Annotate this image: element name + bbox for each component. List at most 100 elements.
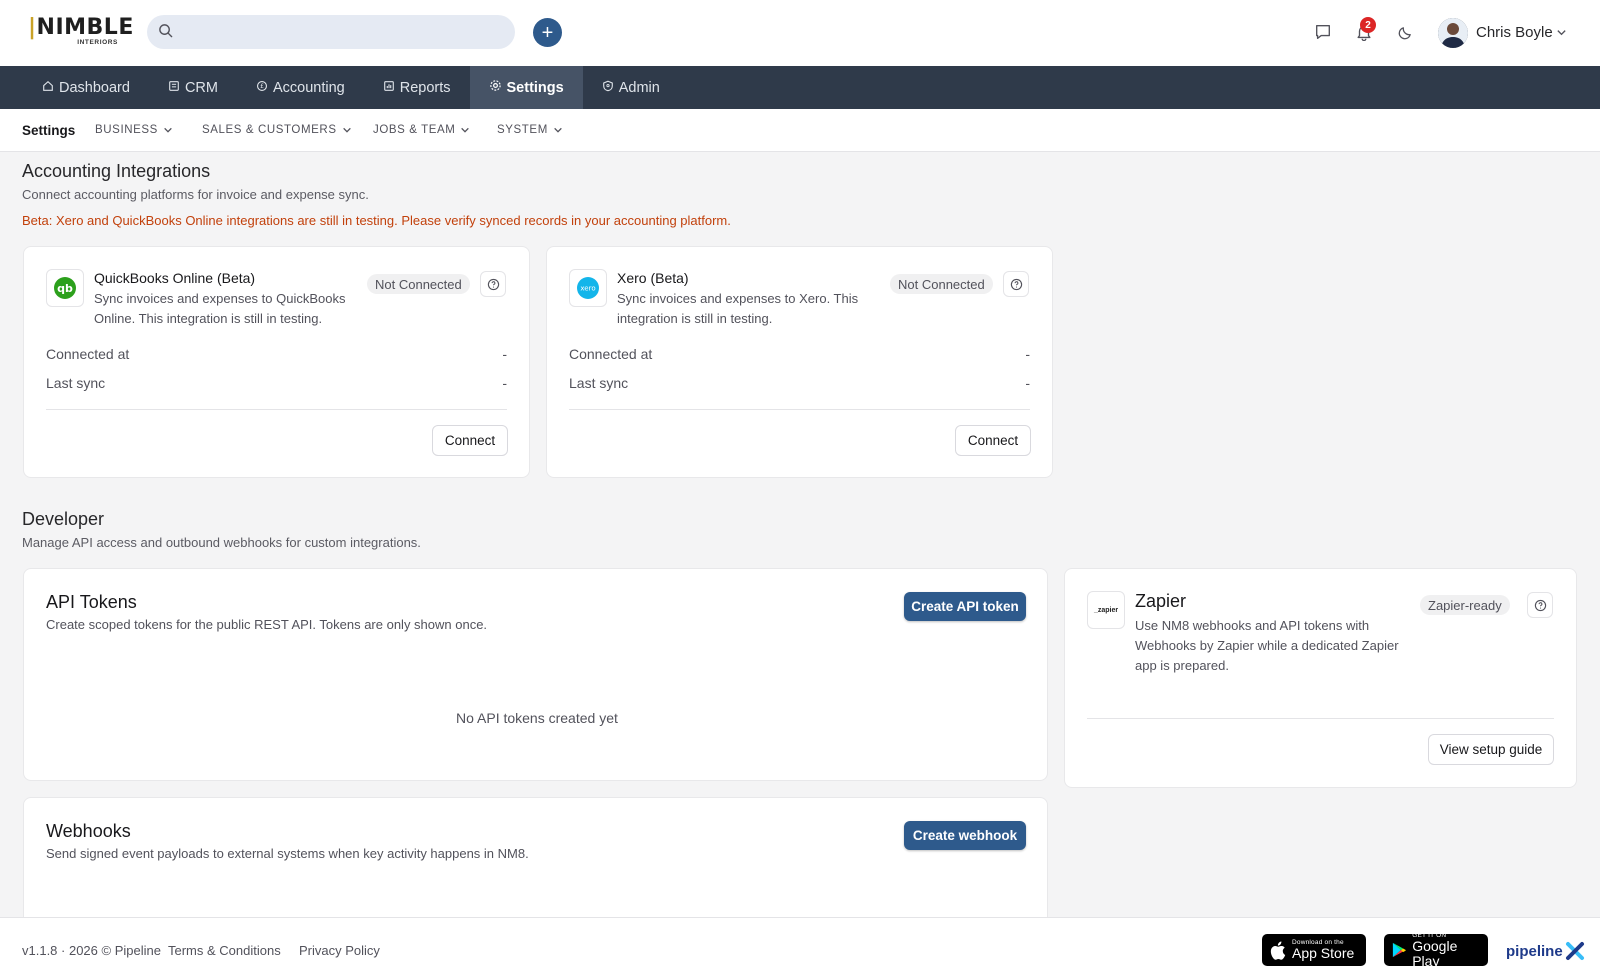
api-tokens-title: API Tokens: [46, 592, 137, 612]
user-name[interactable]: Chris Boyle: [1476, 24, 1553, 41]
card-divider: [1087, 718, 1554, 719]
help-button[interactable]: [1527, 592, 1553, 618]
search-input[interactable]: [181, 24, 481, 40]
subnav-current: Settings: [22, 122, 76, 138]
quickbooks-card: qb QuickBooks Online (Beta) Sync invoice…: [23, 246, 530, 478]
nimble-logo[interactable]: |NIMBLE INTERIORS: [28, 15, 134, 47]
app-store-badge[interactable]: Download on the App Store: [1262, 934, 1366, 966]
status-badge: Not Connected: [890, 274, 993, 294]
nav-dashboard-label: Dashboard: [59, 79, 130, 96]
zapier-status-badge: Zapier-ready: [1420, 595, 1510, 615]
subnav-sales-customers[interactable]: SALES & CUSTOMERS: [202, 124, 352, 136]
coin-icon: £: [256, 80, 268, 96]
help-button[interactable]: [480, 271, 506, 297]
logo-wordmark: |NIMBLE: [28, 15, 134, 40]
search-icon: [158, 23, 173, 41]
beta-warning: Beta: Xero and QuickBooks Online integra…: [22, 213, 731, 228]
last-sync-value: -: [1025, 375, 1030, 391]
nav-crm-label: CRM: [184, 79, 218, 96]
footer: v1.1.8 · 2026 © Pipeline Terms & Conditi…: [0, 917, 1600, 980]
help-button[interactable]: [1003, 271, 1029, 297]
terms-link[interactable]: Terms & Conditions: [168, 943, 281, 958]
chat-icon[interactable]: [1311, 20, 1335, 44]
create-webhook-button[interactable]: Create webhook: [904, 821, 1026, 850]
nav-accounting-label: Accounting: [272, 79, 345, 96]
connected-at-value: -: [1025, 346, 1030, 362]
gear-icon: [489, 79, 502, 96]
report-icon: [383, 80, 395, 96]
connect-quickbooks-button[interactable]: Connect: [432, 425, 508, 456]
quick-add-button[interactable]: +: [533, 18, 562, 47]
connected-at-value: -: [502, 346, 507, 362]
nav-reports[interactable]: Reports: [364, 66, 470, 109]
pipeline-x-icon: [1565, 942, 1584, 960]
zapier-logo: _zapier: [1087, 591, 1125, 629]
pipeline-brand-logo[interactable]: pipeline: [1506, 941, 1585, 961]
home-icon: [42, 80, 54, 96]
avatar[interactable]: [1438, 18, 1468, 48]
book-icon: [168, 80, 180, 96]
shield-icon: [602, 80, 614, 96]
apple-icon: [1270, 941, 1286, 960]
connected-at-label: Connected at: [46, 346, 130, 362]
integration-description: Sync invoices and expenses to Xero. This…: [617, 291, 859, 326]
zapier-name: Zapier: [1135, 591, 1187, 611]
subnav-business[interactable]: BUSINESS: [95, 124, 173, 136]
subnav-business-label: BUSINESS: [95, 124, 158, 136]
chevron-down-icon: [342, 127, 351, 133]
pipeline-brand-text: pipeline: [1506, 942, 1563, 960]
svg-text:xero: xero: [580, 285, 595, 293]
google-play-icon: [1392, 942, 1406, 958]
nav-settings-label: Settings: [506, 79, 564, 96]
xero-card: xero Xero (Beta) Sync invoices and expen…: [546, 246, 1053, 478]
help-icon: [1010, 278, 1022, 290]
subnav-sales-label: SALES & CUSTOMERS: [202, 124, 337, 136]
notification-badge: 2: [1360, 17, 1376, 33]
webhooks-subtitle: Send signed event payloads to external s…: [46, 846, 529, 861]
moon-icon[interactable]: [1393, 20, 1417, 44]
app-store-big: App Store: [1292, 945, 1355, 961]
integration-description: Sync invoices and expenses to QuickBooks…: [94, 291, 346, 326]
nav-crm[interactable]: CRM: [149, 66, 237, 109]
subnav-jobs-label: JOBS & TEAM: [373, 124, 456, 136]
subnav-jobs-team[interactable]: JOBS & TEAM: [373, 124, 470, 136]
help-icon: [487, 278, 499, 290]
chevron-down-icon[interactable]: [1556, 26, 1567, 41]
privacy-link[interactable]: Privacy Policy: [299, 943, 380, 958]
nav-dashboard[interactable]: Dashboard: [0, 66, 149, 109]
status-badge: Not Connected: [367, 274, 470, 294]
nav-admin-label: Admin: [618, 79, 660, 96]
chevron-down-icon: [461, 127, 470, 133]
developer-section-subtitle: Manage API access and outbound webhooks …: [22, 535, 421, 550]
connect-xero-button[interactable]: Connect: [955, 425, 1031, 456]
connected-at-label: Connected at: [569, 346, 653, 362]
xero-logo: xero: [569, 269, 607, 307]
footer-version: v1.1.8 · 2026 © Pipeline: [22, 943, 161, 958]
google-play-badge[interactable]: GET IT ON Google Play: [1384, 932, 1488, 969]
zapier-logo-text: _zapier: [1093, 606, 1119, 614]
search-bar[interactable]: [147, 15, 515, 49]
accounting-section-title: Accounting Integrations: [22, 161, 211, 181]
logo-subtitle: INTERIORS: [77, 39, 118, 46]
api-tokens-empty-state: No API tokens created yet: [456, 710, 618, 726]
card-divider: [569, 409, 1030, 410]
nav-reports-label: Reports: [399, 79, 451, 96]
nav-settings[interactable]: Settings: [469, 66, 583, 109]
settings-subnav: Settings BUSINESS SALES & CUSTOMERS JOBS…: [0, 109, 1600, 152]
subnav-system-label: SYSTEM: [497, 124, 548, 136]
last-sync-value: -: [502, 375, 507, 391]
api-tokens-subtitle: Create scoped tokens for the public REST…: [46, 617, 488, 632]
quickbooks-logo: qb: [46, 269, 84, 307]
create-api-token-button[interactable]: Create API token: [904, 592, 1026, 621]
developer-section-title: Developer: [22, 509, 105, 529]
google-play-big: Google Play: [1412, 937, 1458, 969]
nav-admin[interactable]: Admin: [583, 66, 679, 109]
chevron-down-icon: [164, 127, 172, 133]
svg-text:£: £: [260, 83, 264, 90]
card-divider: [46, 409, 507, 410]
chevron-down-icon: [554, 127, 562, 133]
zapier-description: Use NM8 webhooks and API tokens with Web…: [1135, 618, 1399, 673]
subnav-system[interactable]: SYSTEM: [497, 124, 563, 136]
view-setup-guide-button[interactable]: View setup guide: [1428, 734, 1554, 765]
nav-accounting[interactable]: £ Accounting: [237, 66, 364, 109]
